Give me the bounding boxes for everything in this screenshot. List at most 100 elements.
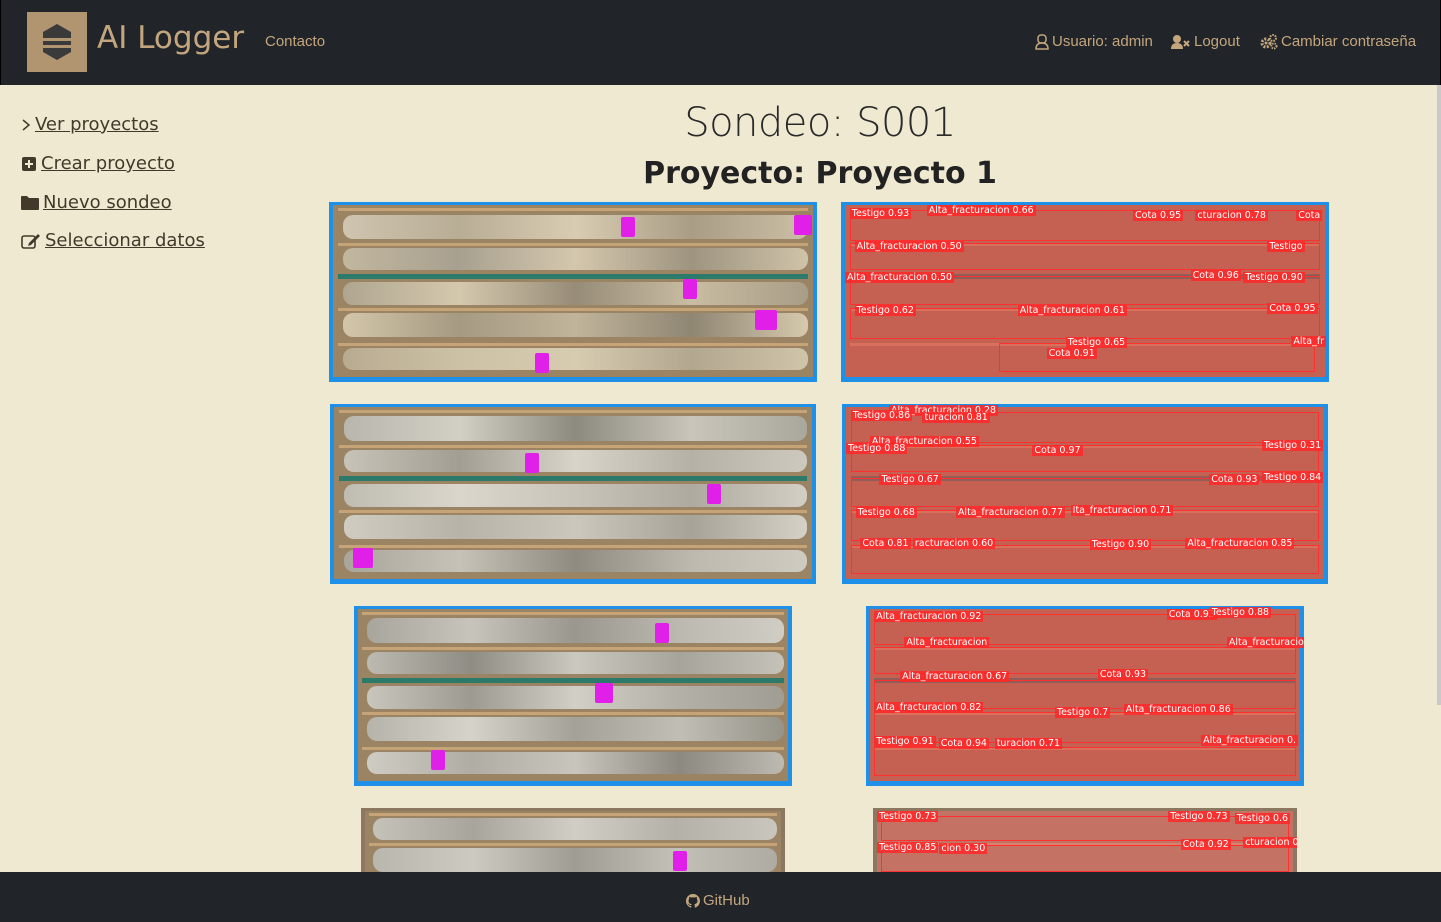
detection-label: Alta_fracturacion 0.77 [955,506,1066,518]
depth-tag [353,548,374,569]
logout-link[interactable]: Logout [1171,33,1240,50]
depth-tag [672,850,687,871]
core-image-detections[interactable]: Testigo 0.93 Alta_fracturacion 0.66 Cota… [841,202,1329,382]
sidebar-item-nuevo-sondeo[interactable]: Nuevo sondeo [21,192,172,213]
detection-label: Cota 0.97 [1032,444,1083,456]
scrollbar[interactable] [1437,85,1441,705]
github-link[interactable]: GitHub [686,892,750,909]
detection-label: Cota 0.96 [1190,270,1241,282]
navbar: AI Logger Contacto Usuario: admin Logout… [0,0,1441,85]
sidebar-item-label: Seleccionar datos [45,230,205,251]
detection-label: Testigo 0.85 [877,841,939,853]
detection-label: Cota 0.93 [1097,669,1149,681]
detection-label: Alta_fr [1291,335,1327,347]
core-image-detections[interactable]: Alta_fracturacion 0.28 Testigo 0.86 tura… [842,404,1328,584]
detection-label: cion 0.30 [939,843,988,855]
core-image-original[interactable] [330,404,816,584]
github-label: GitHub [703,892,750,909]
core-image-detections[interactable]: Testigo 0.73 Testigo 0.73 Testigo 0.6 Te… [873,808,1297,872]
edit-icon [21,233,41,249]
depth-tag [793,215,812,236]
detection-label: Alta_fracturacion [904,636,990,648]
core-image-original[interactable] [329,202,817,382]
detection-label: Testigo 0.7 [1054,707,1111,719]
change-password-label: Cambiar contraseña [1281,33,1417,50]
sidebar-item-label: Ver proyectos [35,114,159,135]
sidebar-item-label: Crear proyecto [41,153,175,174]
logout-label: Logout [1194,33,1240,50]
detection-label: Testigo 0.68 [855,506,917,518]
core-image-detections[interactable]: Alta_fracturacion 0.92 Cota 0.93 Testigo… [866,606,1304,786]
detection-label: Alta_fracturacion 0.86 [1123,703,1233,715]
depth-tag [594,682,613,703]
detection-label: Cota 0.95 [1267,303,1318,315]
nav-contact-link[interactable]: Contacto [265,33,325,50]
depth-tag [706,484,721,505]
detection-label: Testigo 0.91 [874,736,936,748]
user-icon [1035,33,1049,50]
core-image-original[interactable] [361,808,785,872]
detection-label: Testigo [1267,241,1305,253]
core-tray [365,811,781,872]
detection-label: Testigo 0.90 [1089,539,1152,551]
detection-label: racturacion 0.60 [912,537,996,549]
detection-label: Testigo 0.90 [1243,272,1305,284]
sidebar-item-ver-proyectos[interactable]: Ver proyectos [21,114,159,135]
page-title: Sondeo: S001 [684,100,956,146]
detection-label: Cota 0.95 [1133,210,1184,222]
core-image-original[interactable] [354,606,792,786]
detection-label: Ita_fracturacion 0.71 [1070,505,1174,517]
sidebar-item-crear-proyecto[interactable]: Crear proyecto [21,153,175,174]
core-tray: Testigo 0.93 Alta_fracturacion 0.66 Cota… [845,205,1327,377]
detection-label: Testigo 0.88 [1209,607,1272,619]
detection-label: Cota [1296,210,1323,222]
depth-tag [621,217,635,238]
depth-tag [534,352,549,373]
detection-label: Alta_fracturacion 0.61 [1017,304,1127,316]
detection-label: Alta_fracturacion 0.66 [926,205,1036,216]
plus-square-icon [21,156,37,172]
detection-label: Testigo 0.73 [1168,811,1230,822]
core-tray: Alta_fracturacion 0.92 Cota 0.93 Testigo… [870,607,1304,781]
detection-label: Cota 0.93 [1209,474,1260,486]
depth-tag [525,453,540,474]
detection-label: Alta_fracturacion 0. [1201,734,1299,746]
user-times-icon [1171,34,1190,49]
core-tray [333,205,813,377]
sidebar-item-label: Nuevo sondeo [43,192,172,213]
detection-label: Testigo 0.62 [854,304,916,316]
detection-label: Cota 0.94 [938,738,989,749]
core-tray [358,609,788,781]
detection-label: turacion 0.81 [922,412,990,424]
detection-label: Testigo 0.31 [1261,439,1324,451]
depth-tag [683,278,698,299]
detection-label: cturacion 0.78 [1195,210,1268,222]
core-tray [334,407,812,579]
user-label: Usuario: admin [1052,33,1153,50]
nav-user-link[interactable]: Usuario: admin [1035,33,1153,50]
detection-label: Cota 0.91 [1046,347,1097,359]
depth-tag [431,750,446,771]
detection-label: Testigo 0.6 [1234,813,1291,825]
cogs-icon [1260,33,1278,49]
detection-label: Testigo 0.67 [879,474,941,486]
detection-label: Testigo 0.84 [1261,472,1324,484]
brand-title[interactable]: AI Logger [97,20,244,56]
logo[interactable] [27,12,87,72]
detection-label: Alta_fracturacion 0.50 [845,272,955,284]
folder-icon [21,195,39,210]
detection-label: Alta_fracturacion 0.85 [1185,537,1295,549]
detection-label: Testigo 0.73 [877,811,939,822]
change-password-link[interactable]: Cambiar contraseña [1260,33,1416,50]
detection-label: Alta_fracturacio [1226,636,1304,648]
depth-tag [755,309,778,330]
sidebar-item-seleccionar-datos[interactable]: Seleccionar datos [21,230,205,251]
detection-label: Testigo 0.88 [846,443,908,455]
detection-label: Alta_fracturacion 0.92 [874,610,984,622]
detection-label: Alta_fracturacion 0.50 [854,241,964,253]
detection-label: Testigo 0.93 [849,208,912,220]
detection-label: Cota 0.92 [1180,839,1231,851]
detection-label: Alta_fracturacion 0.67 [900,670,1010,682]
footer: GitHub [0,872,1441,922]
core-tray: Testigo 0.73 Testigo 0.73 Testigo 0.6 Te… [877,811,1297,872]
